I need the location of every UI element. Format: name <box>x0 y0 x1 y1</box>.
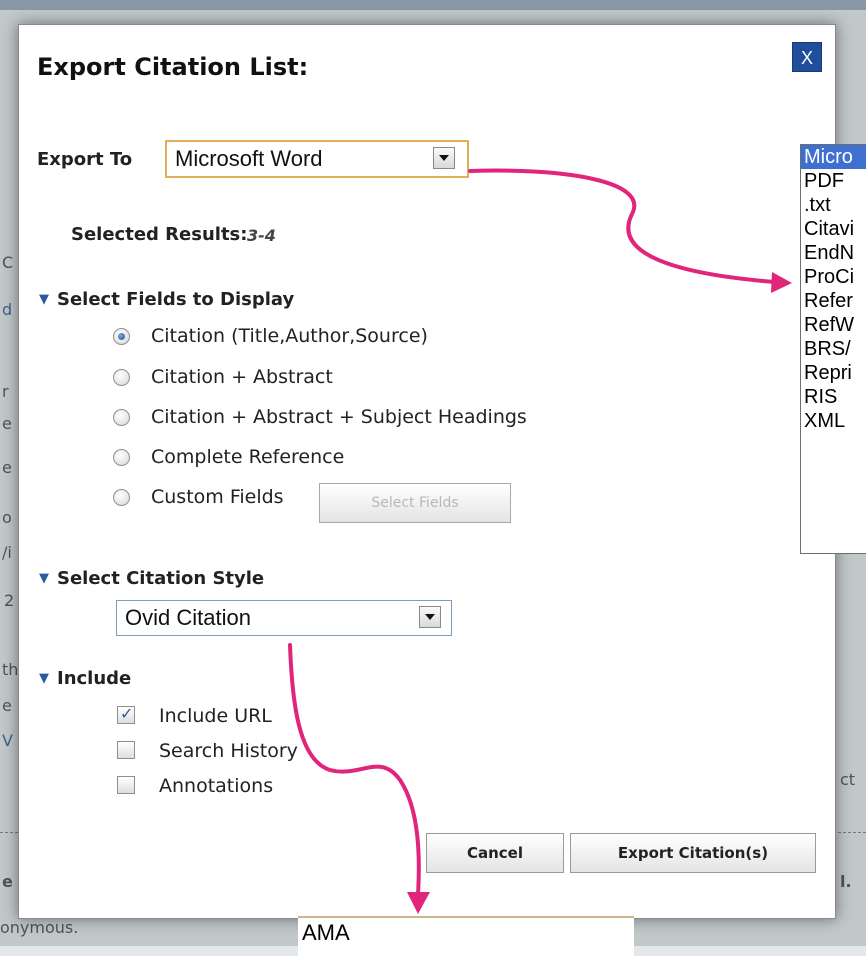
citation-style-value: Ovid Citation <box>125 605 251 630</box>
export-format-list: Micro PDF .txt Citavi EndN ProCi Refer R… <box>800 144 866 554</box>
export-format-option[interactable]: EndN <box>801 241 866 265</box>
selected-results-label: Selected Results: <box>71 224 248 245</box>
selected-results-value: 3-4 <box>247 226 276 245</box>
export-to-select[interactable]: Microsoft Word <box>165 140 469 178</box>
export-format-option[interactable]: RefW <box>801 313 866 337</box>
select-fields-button[interactable]: Select Fields <box>319 483 511 523</box>
radio-label: Citation + Abstract <box>151 366 333 388</box>
citation-style-list: AMA <box>298 916 634 956</box>
export-format-option[interactable]: BRS/ <box>801 337 866 361</box>
citation-style-option[interactable]: AMA <box>298 918 634 948</box>
radio-label: Custom Fields <box>151 486 284 508</box>
radio-citation-abstract[interactable] <box>113 369 130 386</box>
export-format-option[interactable]: Refer <box>801 289 866 313</box>
radio-custom-fields[interactable] <box>113 489 130 506</box>
dialog-title: Export Citation List: <box>37 53 309 81</box>
chevron-down-icon[interactable] <box>419 606 441 628</box>
export-format-option[interactable]: PDF <box>801 169 866 193</box>
citation-style-select[interactable]: Ovid Citation <box>116 600 452 636</box>
export-format-option[interactable]: Citavi <box>801 217 866 241</box>
cancel-button[interactable]: Cancel <box>426 833 564 873</box>
export-to-label: Export To <box>37 149 133 170</box>
radio-label: Citation + Abstract + Subject Headings <box>151 406 527 428</box>
triangle-down-icon: ▼ <box>39 671 49 686</box>
export-format-option[interactable]: ProCi <box>801 265 866 289</box>
citation-style-section-heading[interactable]: ▼ Select Citation Style <box>39 568 264 589</box>
triangle-down-icon: ▼ <box>39 571 49 586</box>
radio-label: Complete Reference <box>151 446 345 468</box>
triangle-down-icon: ▼ <box>39 292 49 307</box>
export-format-option[interactable]: RIS <box>801 385 866 409</box>
export-format-option[interactable]: .txt <box>801 193 866 217</box>
close-button[interactable]: X <box>792 42 822 72</box>
annotations-checkbox[interactable] <box>117 776 135 794</box>
export-format-option[interactable]: Repri <box>801 361 866 385</box>
radio-complete-reference[interactable] <box>113 449 130 466</box>
include-url-checkbox[interactable] <box>117 704 135 724</box>
radio-label: Citation (Title,Author,Source) <box>151 325 428 347</box>
checkbox-label: Search History <box>159 740 298 762</box>
include-section-heading[interactable]: ▼ Include <box>39 668 131 689</box>
checkbox-label: Include URL <box>159 705 272 727</box>
export-citation-dialog: Export Citation List: X Export To Micros… <box>18 24 836 919</box>
radio-citation[interactable] <box>113 328 130 345</box>
search-history-checkbox[interactable] <box>117 741 135 759</box>
export-to-value: Microsoft Word <box>175 146 323 171</box>
fields-section-heading[interactable]: ▼ Select Fields to Display <box>39 289 294 310</box>
chevron-down-icon[interactable] <box>433 147 455 169</box>
checkbox-label: Annotations <box>159 775 274 797</box>
export-format-option[interactable]: XML <box>801 409 866 433</box>
radio-citation-abstract-subject[interactable] <box>113 409 130 426</box>
export-format-option[interactable]: Micro <box>801 145 866 169</box>
export-citations-button[interactable]: Export Citation(s) <box>570 833 816 873</box>
